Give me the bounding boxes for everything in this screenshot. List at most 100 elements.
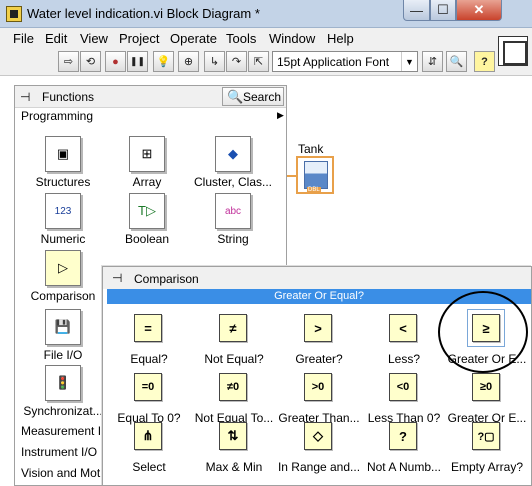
menu-file[interactable]: File bbox=[13, 31, 34, 46]
comparison-item-less[interactable]: < Less? bbox=[361, 314, 446, 372]
align-objects-button[interactable]: ⇵ bbox=[422, 51, 443, 72]
pin-icon[interactable]: ⊣ bbox=[20, 90, 30, 104]
step-over-button[interactable]: ↷ bbox=[226, 51, 247, 72]
abort-button[interactable]: ● bbox=[105, 51, 126, 72]
comparison-item-label: In Range and... bbox=[277, 460, 361, 474]
comparison-item-label: Equal? bbox=[130, 352, 168, 366]
comparison-item-empty-array[interactable]: ?▢ Empty Array? bbox=[444, 422, 529, 480]
comparison-item-greater[interactable]: > Greater? bbox=[276, 314, 361, 372]
tank-icon bbox=[304, 161, 328, 189]
comparison-item-equal[interactable]: = Equal? bbox=[106, 314, 191, 372]
boolean-icon: T▷ bbox=[129, 193, 165, 229]
subpalette-vision-and-motion[interactable]: Vision and Mot bbox=[21, 466, 100, 480]
palette-item-comparison[interactable]: ▷ Comparison bbox=[17, 250, 107, 308]
palette-item-synchronization[interactable]: 🚦 Synchronizat... bbox=[17, 365, 107, 423]
menu-view[interactable]: View bbox=[80, 31, 108, 46]
palette-item-boolean[interactable]: T▷ Boolean bbox=[101, 193, 191, 251]
less-icon: < bbox=[389, 314, 417, 342]
search-button[interactable]: 🔍 Search bbox=[222, 87, 284, 106]
greater-or-equal-zero-icon: ≥0 bbox=[472, 373, 500, 401]
run-button[interactable]: ⇨ bbox=[58, 51, 79, 72]
menu-tools[interactable]: Tools bbox=[226, 31, 256, 46]
font-select[interactable]: 15pt Application Font ▼ bbox=[272, 51, 418, 72]
labview-app-icon[interactable] bbox=[6, 6, 22, 22]
menu-bar: File Edit View Project Operate Tools Win… bbox=[0, 28, 532, 48]
tank-wire[interactable] bbox=[286, 175, 296, 177]
cluster-icon: ◆ bbox=[215, 136, 251, 172]
in-range-icon: ◇ bbox=[304, 422, 332, 450]
step-out-button[interactable]: ⇱ bbox=[248, 51, 269, 72]
array-icon: ⊞ bbox=[129, 136, 165, 172]
menu-operate[interactable]: Operate bbox=[170, 31, 217, 46]
comparison-item-not-a-number[interactable]: ? Not A Numb... bbox=[361, 422, 446, 480]
functions-palette-header: ⊣ Functions 🔍 Search bbox=[15, 86, 286, 108]
palette-item-file-io[interactable]: 💾 File I/O bbox=[17, 309, 107, 367]
annotation-circle bbox=[438, 291, 528, 373]
menu-project[interactable]: Project bbox=[119, 31, 159, 46]
step-into-button[interactable]: ↳ bbox=[204, 51, 225, 72]
vi-connector-icon[interactable] bbox=[498, 36, 528, 66]
string-icon: abc bbox=[215, 193, 251, 229]
search-button-label: Search bbox=[243, 90, 282, 104]
search-icon: 🔍 bbox=[227, 89, 244, 104]
synchronization-icon: 🚦 bbox=[45, 365, 81, 401]
minimize-button[interactable]: — bbox=[403, 0, 430, 21]
palette-item-numeric[interactable]: 123 Numeric bbox=[17, 193, 107, 251]
toolbar: ⇨ ⟲ ● ❚❚ 💡 ⊕ ↳ ↷ ⇱ 15pt Application Font… bbox=[0, 48, 532, 76]
comparison-item-max-min[interactable]: ⇅ Max & Min bbox=[191, 422, 276, 480]
context-help-button[interactable]: ? bbox=[474, 51, 495, 72]
menu-help[interactable]: Help bbox=[327, 31, 354, 46]
retain-wire-values-button[interactable]: ⊕ bbox=[178, 51, 199, 72]
tank-terminal[interactable]: DBL bbox=[296, 156, 334, 194]
palette-category-programming[interactable]: Programming bbox=[21, 109, 93, 123]
tank-terminal-label[interactable]: Tank bbox=[298, 142, 323, 156]
search-help-icon: 🔍 bbox=[449, 56, 464, 68]
align-objects-icon: ⇵ bbox=[427, 56, 438, 68]
comparison-item-label: Greater? bbox=[295, 352, 343, 366]
greater-than-zero-icon: >0 bbox=[304, 373, 332, 401]
title-bar: Water level indication.vi Block Diagram … bbox=[0, 0, 532, 28]
palette-item-label: Cluster, Clas... bbox=[193, 175, 273, 189]
font-select-value: 15pt Application Font bbox=[277, 55, 390, 69]
not-equal-icon: ≠ bbox=[219, 314, 247, 342]
palette-item-label: File I/O bbox=[43, 348, 83, 362]
not-equal-to-zero-icon: ≠0 bbox=[219, 373, 247, 401]
maximize-button[interactable]: ☐ bbox=[430, 0, 456, 21]
empty-array-icon: ?▢ bbox=[472, 422, 500, 450]
comparison-item-in-range[interactable]: ◇ In Range and... bbox=[276, 422, 361, 480]
palette-item-label: Structures bbox=[35, 175, 91, 189]
close-button[interactable]: ✕ bbox=[456, 0, 502, 21]
subpalette-measurement-io[interactable]: Measurement I/ bbox=[21, 424, 104, 438]
palette-item-string[interactable]: abc String bbox=[187, 193, 277, 251]
not-a-number-icon: ? bbox=[389, 422, 417, 450]
subpalette-instrument-io[interactable]: Instrument I/O bbox=[21, 445, 97, 459]
abort-icon: ● bbox=[112, 55, 119, 68]
menu-window[interactable]: Window bbox=[269, 31, 315, 46]
palette-item-label: Array bbox=[132, 175, 162, 189]
palette-item-structures[interactable]: ▣ Structures bbox=[17, 136, 107, 194]
comparison-item-label: Not Equal? bbox=[204, 352, 264, 366]
functions-palette-title: Functions bbox=[42, 90, 95, 104]
pin-icon[interactable]: ⊣ bbox=[112, 271, 122, 285]
palette-item-label: Boolean bbox=[124, 232, 170, 246]
comparison-item-not-equal[interactable]: ≠ Not Equal? bbox=[191, 314, 276, 372]
palette-item-array[interactable]: ⊞ Array bbox=[101, 136, 191, 194]
chevron-right-icon: ▶ bbox=[277, 110, 284, 120]
comparison-item-label: Less? bbox=[387, 352, 421, 366]
comparison-palette-header: ⊣ Comparison bbox=[103, 267, 531, 289]
greater-icon: > bbox=[304, 314, 332, 342]
pause-button[interactable]: ❚❚ bbox=[127, 51, 148, 72]
palette-item-label: Numeric bbox=[40, 232, 86, 246]
palette-item-label: Synchronizat... bbox=[23, 404, 103, 418]
chevron-down-icon: ▼ bbox=[401, 52, 417, 71]
menu-edit[interactable]: Edit bbox=[45, 31, 67, 46]
highlight-execution-button[interactable]: 💡 bbox=[153, 51, 174, 72]
run-continuously-button[interactable]: ⟲ bbox=[80, 51, 101, 72]
equal-icon: = bbox=[134, 314, 162, 342]
comparison-item-select[interactable]: ⋔ Select bbox=[106, 422, 191, 480]
palette-item-cluster[interactable]: ◆ Cluster, Clas... bbox=[187, 136, 277, 194]
search-help-button[interactable]: 🔍 bbox=[446, 51, 467, 72]
step-out-icon: ⇱ bbox=[253, 56, 264, 68]
max-min-icon: ⇅ bbox=[219, 422, 247, 450]
retain-wire-values-icon: ⊕ bbox=[183, 56, 194, 68]
